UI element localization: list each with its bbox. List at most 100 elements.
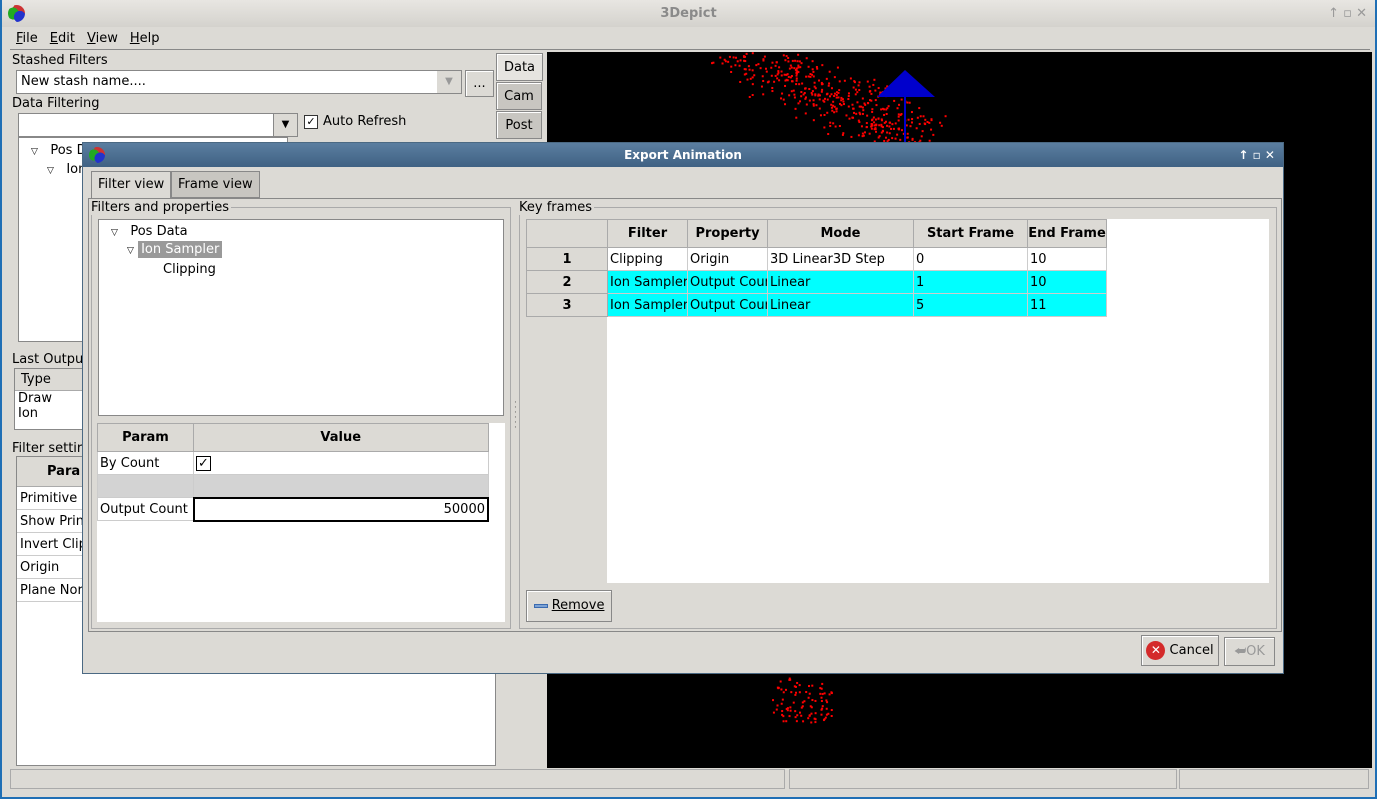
- cell-mode[interactable]: Linear: [767, 270, 914, 294]
- ion-point: [800, 91, 803, 94]
- ion-point: [857, 119, 860, 122]
- menu-view[interactable]: View: [81, 28, 124, 50]
- menu-edit[interactable]: Edit: [44, 28, 81, 50]
- cell-start[interactable]: 1: [913, 270, 1028, 294]
- ion-point: [777, 70, 780, 73]
- ion-point: [788, 715, 791, 718]
- stash-name-combo[interactable]: New stash name.... ▼: [16, 70, 462, 94]
- ion-point: [862, 109, 865, 112]
- cell-filter[interactable]: Ion Sampler: [607, 270, 688, 294]
- column-header-end-frame[interactable]: End Frame: [1027, 219, 1107, 248]
- ion-point: [760, 85, 763, 88]
- window-controls[interactable]: ↑ ▫ ✕: [1328, 0, 1367, 27]
- row-header[interactable]: 1: [526, 247, 608, 271]
- ok-arrow-icon: ⮨: [1234, 644, 1247, 659]
- keyframe-row[interactable]: 1 Clipping Origin 3D Linear3D Step 0 10: [526, 247, 1107, 271]
- column-header-filter[interactable]: Filter: [607, 219, 688, 248]
- row-header[interactable]: 2: [526, 270, 608, 294]
- output-count-input[interactable]: 50000: [192, 496, 489, 522]
- cancel-button[interactable]: ✕ Cancel: [1141, 635, 1219, 666]
- cell-filter[interactable]: Ion Sampler: [607, 293, 688, 317]
- key-frames-grid[interactable]: Filter Property Mode Start Frame End Fra…: [526, 219, 1269, 583]
- tree-item-ion-sampler[interactable]: ▽ Ion Sampler: [127, 241, 223, 258]
- cell-start[interactable]: 0: [913, 247, 1028, 271]
- tree-item-clipping[interactable]: Clipping: [163, 262, 216, 277]
- ion-point: [781, 698, 784, 701]
- param-grid[interactable]: Param Value By Count ✓ Output Count 50000: [97, 423, 505, 622]
- cell-end[interactable]: 10: [1027, 270, 1107, 294]
- ok-button[interactable]: ⮨OK: [1224, 637, 1275, 666]
- by-count-checkbox[interactable]: ✓: [193, 451, 489, 475]
- ion-point: [794, 716, 797, 719]
- ion-point: [780, 70, 783, 73]
- tree-item-ion[interactable]: ▽ Ion: [47, 162, 86, 177]
- export-animation-dialog: Export Animation ↑ ▫ ✕ Filter view Frame…: [82, 142, 1284, 674]
- ion-point: [847, 92, 850, 95]
- ion-point: [823, 100, 826, 103]
- column-header-mode[interactable]: Mode: [767, 219, 914, 248]
- dialog-window-controls[interactable]: ↑ ▫ ✕: [1238, 143, 1275, 167]
- tab-frame-view[interactable]: Frame view: [171, 171, 260, 198]
- tab-post[interactable]: Post: [496, 111, 542, 139]
- chevron-down-icon[interactable]: ▼: [437, 71, 461, 93]
- ion-point: [833, 92, 836, 95]
- ion-point: [788, 67, 791, 70]
- stash-more-button[interactable]: ...: [465, 70, 494, 97]
- list-item[interactable]: Draw: [15, 391, 83, 406]
- ion-point: [828, 70, 831, 73]
- cell-property[interactable]: Output Count: [687, 270, 768, 294]
- ion-point: [906, 136, 909, 139]
- keyframe-row[interactable]: 3Ion SamplerOutput CountLinear511: [526, 293, 1107, 317]
- cell-property[interactable]: Origin: [687, 247, 768, 271]
- ion-point: [841, 133, 844, 136]
- ion-point: [786, 709, 789, 712]
- cell-end[interactable]: 11: [1027, 293, 1107, 317]
- ion-point: [762, 59, 765, 62]
- list-item[interactable]: Ion: [15, 406, 83, 421]
- column-header-type[interactable]: Type: [15, 369, 83, 391]
- ion-point: [789, 64, 792, 67]
- ion-point: [838, 102, 841, 105]
- ion-point: [888, 125, 891, 128]
- cell-mode[interactable]: Linear: [767, 293, 914, 317]
- ion-point: [785, 720, 788, 723]
- ion-point: [804, 112, 807, 115]
- tree-item-pos-data[interactable]: ▽ Pos Data: [111, 224, 188, 239]
- tab-filter-view[interactable]: Filter view: [91, 171, 172, 198]
- tab-data[interactable]: Data: [496, 53, 543, 81]
- ion-point: [814, 699, 817, 702]
- chevron-down-icon[interactable]: ▼: [273, 114, 297, 136]
- ion-point: [890, 127, 893, 130]
- menu-file[interactable]: File: [10, 28, 44, 50]
- tab-cam[interactable]: Cam: [496, 82, 542, 110]
- cell-mode[interactable]: 3D Linear3D Step: [767, 247, 914, 271]
- cell-start[interactable]: 5: [913, 293, 1028, 317]
- ion-point: [796, 714, 799, 717]
- ion-point: [796, 60, 799, 63]
- ion-point: [782, 720, 785, 723]
- cell-filter[interactable]: Clipping: [607, 247, 688, 271]
- dialog-filter-tree[interactable]: ▽ Pos Data ▽ Ion Sampler Clipping: [98, 219, 504, 416]
- ion-point: [838, 125, 841, 128]
- ion-point: [896, 133, 899, 136]
- column-header-property[interactable]: Property: [687, 219, 768, 248]
- menu-help[interactable]: Help: [124, 28, 166, 50]
- auto-refresh-checkbox[interactable]: ✓: [304, 115, 318, 129]
- ion-point: [790, 66, 793, 69]
- ion-point: [811, 90, 814, 93]
- ion-point: [797, 53, 800, 56]
- column-header-start-frame[interactable]: Start Frame: [913, 219, 1028, 248]
- last-output-list[interactable]: Type Draw Ion: [14, 368, 84, 430]
- cell-end[interactable]: 10: [1027, 247, 1107, 271]
- ion-point: [829, 121, 832, 124]
- ion-point: [815, 104, 818, 107]
- keyframe-row[interactable]: 2Ion SamplerOutput CountLinear110: [526, 270, 1107, 294]
- cell-property[interactable]: Output Count: [687, 293, 768, 317]
- splitter-handle[interactable]: · · · · · ·: [514, 399, 517, 433]
- filter-add-combo[interactable]: ▼: [18, 113, 298, 137]
- ion-point: [821, 88, 824, 91]
- tree-item-pos-data[interactable]: ▽ Pos D: [31, 143, 87, 158]
- remove-button[interactable]: Remove: [526, 590, 612, 622]
- ion-point: [854, 93, 857, 96]
- row-header[interactable]: 3: [526, 293, 608, 317]
